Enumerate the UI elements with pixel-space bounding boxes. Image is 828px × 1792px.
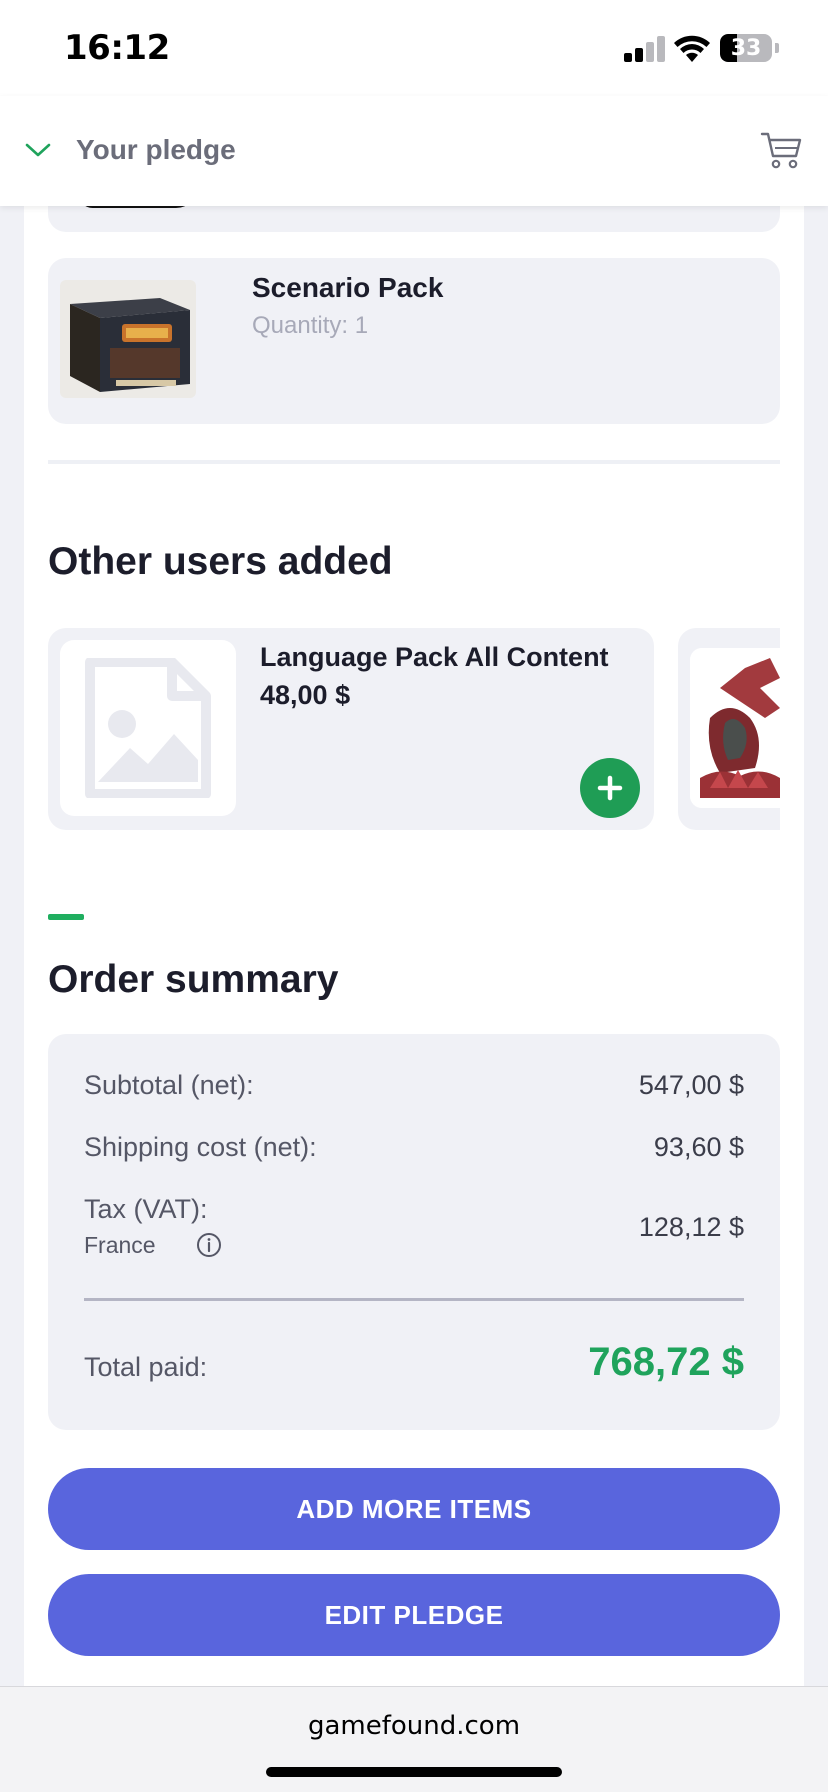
- recommendation-name[interactable]: Language Pack All Content: [260, 642, 609, 673]
- battery-cap: [775, 43, 779, 53]
- signal-icon: [624, 36, 666, 62]
- tax-value: 128,12 $: [638, 1212, 744, 1242]
- pledge-content: Scenario Pack Quantity: 1 Other users ad…: [24, 186, 804, 1686]
- order-summary-box: Subtotal (net): 547,00 $ Shipping cost (…: [48, 1034, 780, 1430]
- cart-icon[interactable]: [760, 130, 804, 170]
- pledge-title[interactable]: Your pledge: [76, 134, 236, 166]
- status-icons: 33: [624, 34, 794, 64]
- chevron-down-icon[interactable]: [24, 140, 52, 160]
- image-placeholder-icon: [85, 658, 211, 798]
- recommendation-image: [60, 640, 236, 816]
- summary-divider: [84, 1298, 744, 1301]
- subtotal-label: Subtotal (net):: [84, 1070, 254, 1100]
- browser-url[interactable]: gamefound.com: [0, 1711, 828, 1741]
- recommendation-card[interactable]: Language Pack All Content 48,00 $: [48, 628, 654, 830]
- home-indicator[interactable]: [266, 1767, 562, 1777]
- add-to-pledge-button[interactable]: [580, 758, 640, 818]
- shipping-value: 93,60 $: [653, 1132, 744, 1162]
- recommendations-title: Other users added: [48, 540, 393, 583]
- shipping-label: Shipping cost (net):: [84, 1132, 317, 1162]
- scenario-pack-image: [60, 280, 196, 398]
- tax-country: France: [84, 1232, 156, 1258]
- battery-icon: 33: [720, 34, 772, 62]
- wifi-icon: [674, 35, 710, 62]
- section-accent-bar: [48, 914, 84, 920]
- recommendation-card-next[interactable]: [678, 628, 780, 830]
- item-name: Scenario Pack: [252, 272, 444, 303]
- battery-percent: 33: [730, 36, 762, 61]
- pledge-item-card: Scenario Pack Quantity: 1: [48, 258, 780, 424]
- info-icon[interactable]: [196, 1232, 222, 1258]
- pledge-header[interactable]: Your pledge: [0, 96, 828, 206]
- section-divider: [48, 460, 780, 464]
- plus-icon: [597, 775, 623, 801]
- recommendation-price: 48,00 $: [260, 680, 351, 710]
- recommendation-next-image: [690, 648, 780, 808]
- total-label: Total paid:: [84, 1352, 208, 1382]
- browser-bar: gamefound.com: [0, 1686, 828, 1792]
- add-more-items-button[interactable]: ADD MORE ITEMS: [48, 1468, 780, 1550]
- order-summary-title: Order summary: [48, 958, 339, 1001]
- status-time: 16:12: [64, 28, 170, 68]
- status-bar: 16:12 33: [0, 0, 828, 96]
- edit-pledge-button[interactable]: EDIT PLEDGE: [48, 1574, 780, 1656]
- tax-label: Tax (VAT):: [84, 1194, 208, 1224]
- item-quantity: Quantity: 1: [252, 312, 369, 339]
- total-value: 768,72 $: [588, 1340, 744, 1384]
- subtotal-value: 547,00 $: [638, 1070, 744, 1100]
